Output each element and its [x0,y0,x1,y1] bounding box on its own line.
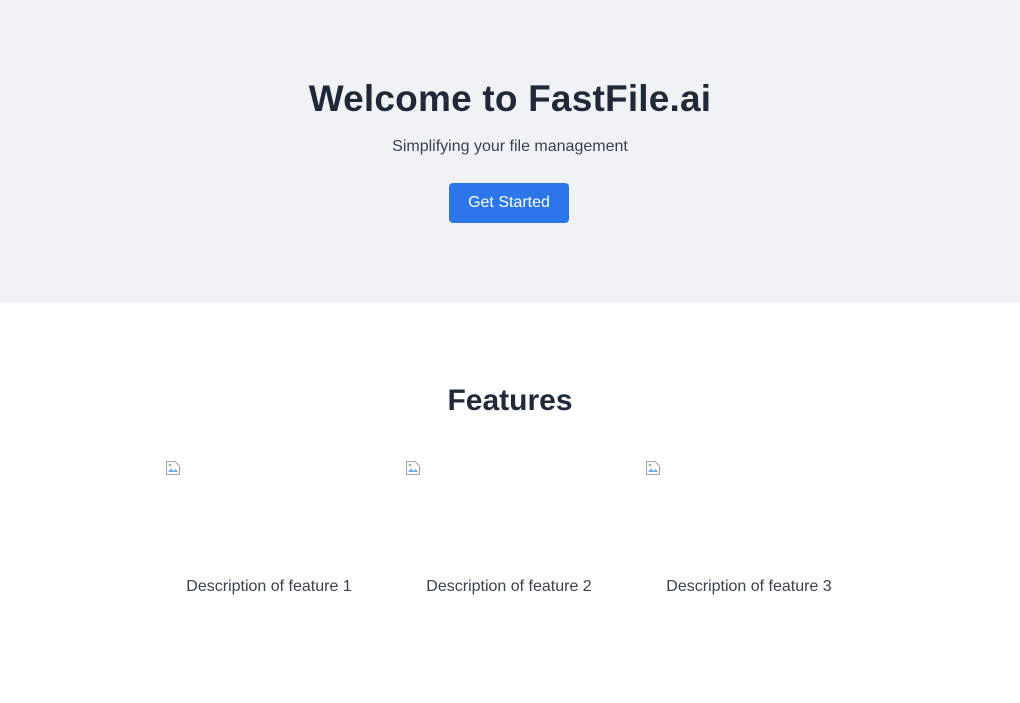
features-title: Features [447,384,573,417]
feature-card-2: Description of feature 2 [405,460,613,620]
feature-card-1: Description of feature 1 [165,460,373,620]
hero-title: Welcome to FastFile.ai [308,78,712,119]
feature-card-3: Description of feature 3 [645,460,853,620]
hero-subtitle: Simplifying your file management [392,138,628,155]
broken-image-icon [645,460,661,476]
features-section: Features Description of feature 1 Descri… [0,303,1020,703]
hero-section: Welcome to FastFile.ai Simplifying your … [0,0,1020,303]
broken-image-icon [165,460,181,476]
feature-description: Description of feature 2 [426,578,592,595]
broken-image-icon [405,460,421,476]
feature-description: Description of feature 3 [666,578,832,595]
get-started-button[interactable]: Get Started [449,183,569,223]
feature-description: Description of feature 1 [186,578,352,595]
